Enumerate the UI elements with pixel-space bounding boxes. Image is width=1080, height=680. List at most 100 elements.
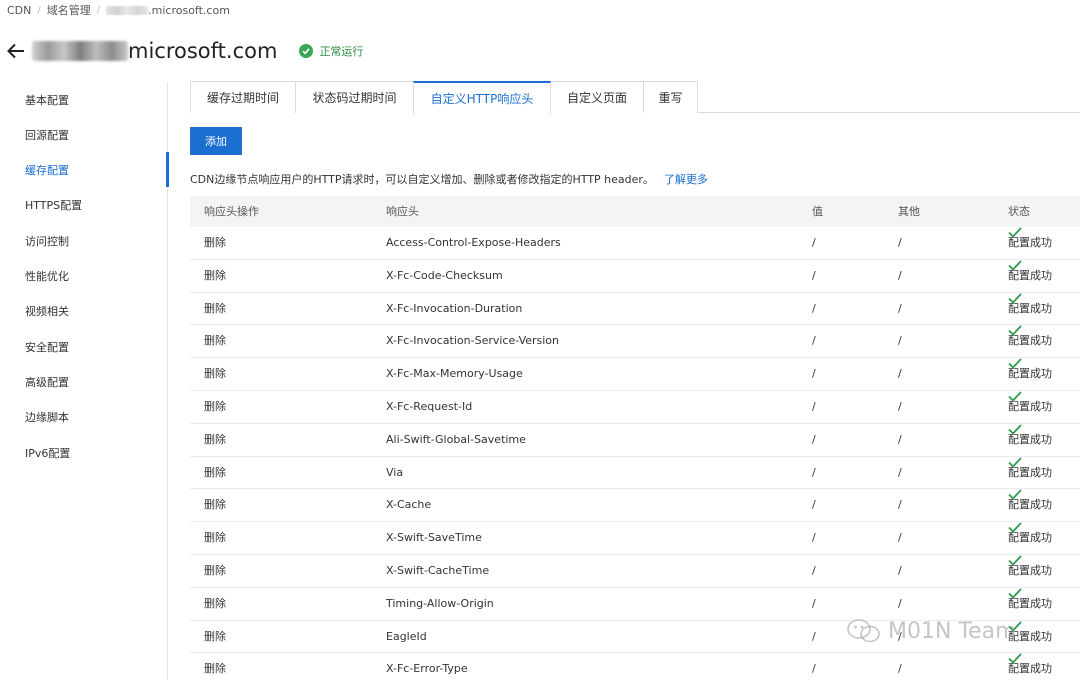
status-text: 配置成功 — [1008, 596, 1052, 610]
description-text: CDN边缘节点响应用户的HTTP请求时，可以自定义增加、删除或者修改指定的HTT… — [190, 173, 654, 186]
status-text: 配置成功 — [1008, 498, 1052, 512]
other-cell: / — [898, 236, 902, 249]
status-text: 配置成功 — [1008, 432, 1052, 446]
column-header-operation: 响应头操作 — [204, 205, 259, 218]
redacted-domain-prefix — [32, 41, 128, 61]
table-row: 删除 X-Fc-Invocation-Duration / / 配置成功 — [190, 292, 1080, 326]
operation-cell: 删除 — [204, 367, 226, 381]
table-body: 删除 Access-Control-Expose-Headers / / 配置成功 删除 X… — [190, 227, 1080, 680]
sidebar-item-https[interactable]: HTTPS配置 — [25, 198, 82, 214]
value-cell: / — [812, 596, 816, 610]
other-cell: / — [898, 334, 902, 348]
table-row: 删除 EagleId / / 配置成功 — [190, 620, 1080, 654]
other-cell: / — [898, 498, 902, 512]
status-cell: 配置成功 — [1008, 489, 1052, 511]
sidebar-item-performance[interactable]: 性能优化 — [25, 269, 69, 285]
table-row: 删除 X-Swift-SaveTime / / 配置成功 — [190, 522, 1080, 555]
tab-custom-pages[interactable]: 自定义页面 — [550, 81, 644, 113]
operation-cell: 删除 — [204, 498, 226, 512]
operation-cell: 删除 — [204, 268, 226, 282]
operation-cell: 删除 — [204, 629, 226, 643]
status-cell: 配置成功 — [1008, 424, 1052, 446]
header-name-cell: X-Swift-CacheTime — [386, 563, 490, 577]
operation-cell: 删除 — [204, 465, 226, 479]
operation-cell: 删除 — [204, 399, 226, 413]
status-text: 配置成功 — [1008, 268, 1052, 282]
value-cell: / — [812, 563, 816, 577]
operation-cell: 删除 — [204, 563, 226, 577]
column-header-header: 响应头 — [386, 205, 419, 218]
column-header-status: 状态 — [1008, 205, 1030, 218]
value-cell: / — [812, 367, 816, 381]
operation-cell: 删除 — [204, 596, 226, 610]
value-cell: / — [812, 432, 816, 446]
sidebar-item-access-control[interactable]: 访问控制 — [25, 234, 69, 250]
header-name-cell: Timing-Allow-Origin — [386, 596, 494, 610]
sidebar-item-origin[interactable]: 回源配置 — [25, 128, 69, 144]
header-name-cell: X-Fc-Error-Type — [386, 662, 468, 676]
value-cell: / — [812, 662, 816, 676]
tab-custom-http-headers[interactable]: 自定义HTTP响应头 — [413, 81, 551, 114]
learn-more-link[interactable]: 了解更多 — [664, 173, 708, 186]
check-circle-icon — [299, 44, 314, 58]
header-name-cell: EagleId — [386, 629, 427, 643]
status-cell: 配置成功 — [1008, 325, 1052, 347]
header-name-cell: X-Fc-Request-Id — [386, 399, 473, 413]
header-name-cell: X-Fc-Max-Memory-Usage — [386, 367, 523, 381]
back-arrow-icon[interactable] — [6, 41, 26, 61]
status-cell: 配置成功 — [1008, 391, 1052, 413]
table-row: 删除 X-Swift-CacheTime / / 配置成功 — [190, 555, 1080, 588]
table-row: 删除 Via / / 配置成功 — [190, 456, 1080, 490]
column-header-value: 值 — [812, 205, 823, 218]
status-cell: 配置成功 — [1008, 260, 1052, 282]
operation-cell: 删除 — [204, 334, 226, 348]
other-cell: / — [898, 367, 902, 381]
sidebar-item-advanced[interactable]: 高级配置 — [25, 375, 69, 391]
value-cell: / — [812, 498, 816, 512]
sidebar-item-cache[interactable]: 缓存配置 — [25, 163, 69, 179]
add-button[interactable]: 添加 — [190, 127, 242, 155]
page-header: microsoft.com 正常运行 — [6, 34, 363, 68]
breadcrumb-domain-management[interactable]: 域名管理 — [47, 2, 91, 18]
other-cell: / — [898, 531, 902, 545]
status-badge: 正常运行 — [299, 43, 363, 59]
value-cell: / — [812, 399, 816, 413]
table-row: 删除 X-Fc-Max-Memory-Usage / / 配置成功 — [190, 358, 1080, 391]
sidebar-item-security[interactable]: 安全配置 — [25, 340, 69, 356]
header-name-cell: X-Swift-SaveTime — [386, 531, 482, 545]
other-cell: / — [898, 662, 902, 676]
status-text: 配置成功 — [1008, 662, 1052, 676]
sidebar-item-basic[interactable]: 基本配置 — [25, 93, 69, 109]
operation-cell: 删除 — [204, 662, 226, 676]
status-text: 正常运行 — [319, 45, 364, 58]
status-text: 配置成功 — [1008, 301, 1052, 315]
status-text: 配置成功 — [1008, 399, 1052, 413]
value-cell: / — [812, 268, 816, 282]
status-text: 配置成功 — [1008, 531, 1052, 545]
status-cell: 配置成功 — [1008, 620, 1052, 643]
table-row: 删除 X-Cache / / 配置成功 — [190, 489, 1080, 523]
header-name-cell: Ali-Swift-Global-Savetime — [386, 432, 526, 446]
sidebar-item-ipv6[interactable]: IPv6配置 — [25, 446, 70, 462]
sidebar-item-video[interactable]: 视频相关 — [25, 304, 69, 320]
status-text: 配置成功 — [1008, 367, 1052, 381]
tab-rewrite[interactable]: 重写 — [643, 81, 698, 113]
value-cell: / — [812, 531, 816, 545]
status-text: 配置成功 — [1008, 236, 1052, 249]
tab-status-code-expiry[interactable]: 状态码过期时间 — [295, 81, 414, 113]
tab-cache-expiry[interactable]: 缓存过期时间 — [190, 81, 296, 113]
value-cell: / — [812, 465, 816, 479]
other-cell: / — [898, 629, 902, 643]
operation-cell: 删除 — [204, 236, 226, 249]
status-text: 配置成功 — [1008, 465, 1052, 479]
redacted-domain-prefix — [106, 5, 149, 15]
table-row: 删除 X-Fc-Code-Checksum / / 配置成功 — [190, 260, 1080, 293]
breadcrumb-separator: / — [96, 4, 101, 16]
sidebar-item-edge-script[interactable]: 边缘脚本 — [25, 410, 69, 426]
table-row: 删除 X-Fc-Request-Id / / 配置成功 — [190, 391, 1080, 424]
breadcrumb: CDN / 域名管理 / .microsoft.com — [7, 2, 230, 18]
other-cell: / — [898, 399, 902, 413]
other-cell: / — [898, 268, 902, 282]
breadcrumb-cdn[interactable]: CDN — [7, 4, 31, 17]
table-row: 删除 Access-Control-Expose-Headers / / 配置成功 — [190, 227, 1080, 260]
